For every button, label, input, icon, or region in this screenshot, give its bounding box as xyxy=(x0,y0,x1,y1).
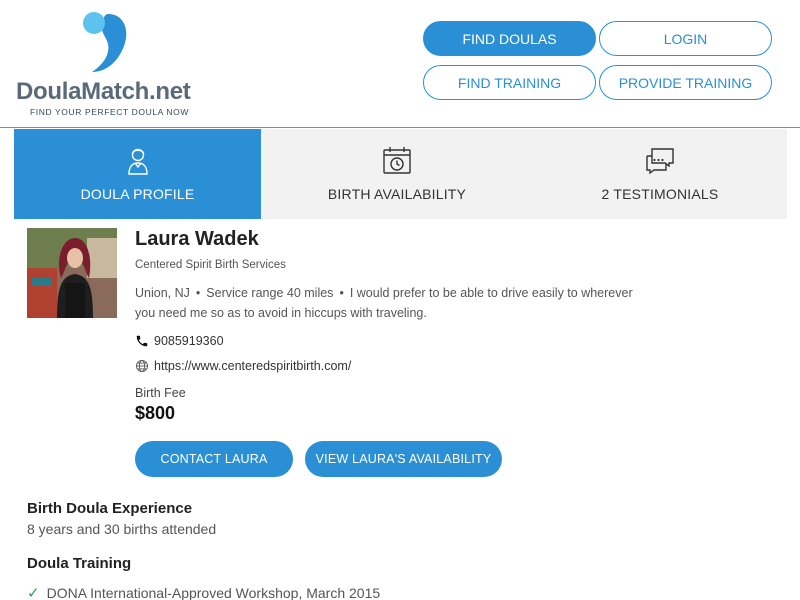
location-city: Union, NJ xyxy=(135,286,190,300)
contact-doula-button[interactable]: CONTACT LAURA xyxy=(135,441,293,477)
login-button[interactable]: LOGIN xyxy=(599,21,772,56)
training-item-label: DONA International-Approved Workshop, Ma… xyxy=(46,585,381,600)
birth-fee-value: $800 xyxy=(135,403,176,423)
phone-number: 9085919360 xyxy=(154,334,224,348)
globe-icon xyxy=(136,360,148,372)
doula-photo xyxy=(27,228,117,318)
site-logo[interactable]: DoulaMatch.net FIND YOUR PERFECT DOULA N… xyxy=(14,8,204,120)
checkmark-icon: ✓ xyxy=(27,585,40,600)
find-doulas-button[interactable]: FIND DOULAS xyxy=(423,21,596,56)
website-link[interactable]: https://www.centeredspiritbirth.com/ xyxy=(154,359,351,373)
provide-training-button[interactable]: PROVIDE TRAINING xyxy=(599,65,772,100)
phone-row[interactable]: 9085919360 xyxy=(135,334,224,348)
calendar-clock-icon xyxy=(383,147,411,174)
experience-heading: Birth Doula Experience xyxy=(27,500,193,517)
site-header: DoulaMatch.net FIND YOUR PERFECT DOULA N… xyxy=(0,0,800,128)
location-info: Union, NJ • Service range 40 miles • I would… xyxy=(135,283,635,323)
brand-name: DoulaMatch.net xyxy=(16,78,191,105)
tab-label: DOULA PROFILE xyxy=(80,186,195,202)
tab-birth-availability[interactable]: BIRTH AVAILABILITY xyxy=(261,129,533,219)
website-row[interactable]: https://www.centeredspiritbirth.com/ xyxy=(135,359,351,373)
birth-fee-label: Birth Fee xyxy=(135,386,186,400)
profile-tabs: DOULA PROFILE BIRTH AVAILABILITY 2 TESTI… xyxy=(14,129,787,219)
training-heading: Doula Training xyxy=(27,555,132,572)
experience-text: 8 years and 30 births attended xyxy=(27,521,217,537)
find-training-button[interactable]: FIND TRAINING xyxy=(423,65,596,100)
training-list-item: ✓ DONA International-Approved Workshop, … xyxy=(27,584,380,600)
logo-mark-icon xyxy=(83,12,127,72)
bullet-separator: • xyxy=(195,286,201,300)
tab-label: BIRTH AVAILABILITY xyxy=(327,186,467,202)
doula-company: Centered Spirit Birth Services xyxy=(135,259,286,271)
service-range: Service range 40 miles xyxy=(206,286,334,300)
chat-bubbles-icon xyxy=(646,148,674,175)
tab-label: 2 TESTIMONIALS xyxy=(601,186,719,202)
tab-testimonials[interactable]: 2 TESTIMONIALS xyxy=(533,129,787,219)
doula-photo-image xyxy=(27,228,117,318)
doula-person-icon xyxy=(127,148,148,175)
phone-icon xyxy=(136,335,148,347)
tab-doula-profile[interactable]: DOULA PROFILE xyxy=(14,129,261,219)
bullet-separator: • xyxy=(339,286,344,300)
doula-name: Laura Wadek xyxy=(135,228,259,250)
view-availability-button[interactable]: VIEW LAURA'S AVAILABILITY xyxy=(305,441,502,477)
brand-tagline: FIND YOUR PERFECT DOULA NOW xyxy=(30,107,189,117)
